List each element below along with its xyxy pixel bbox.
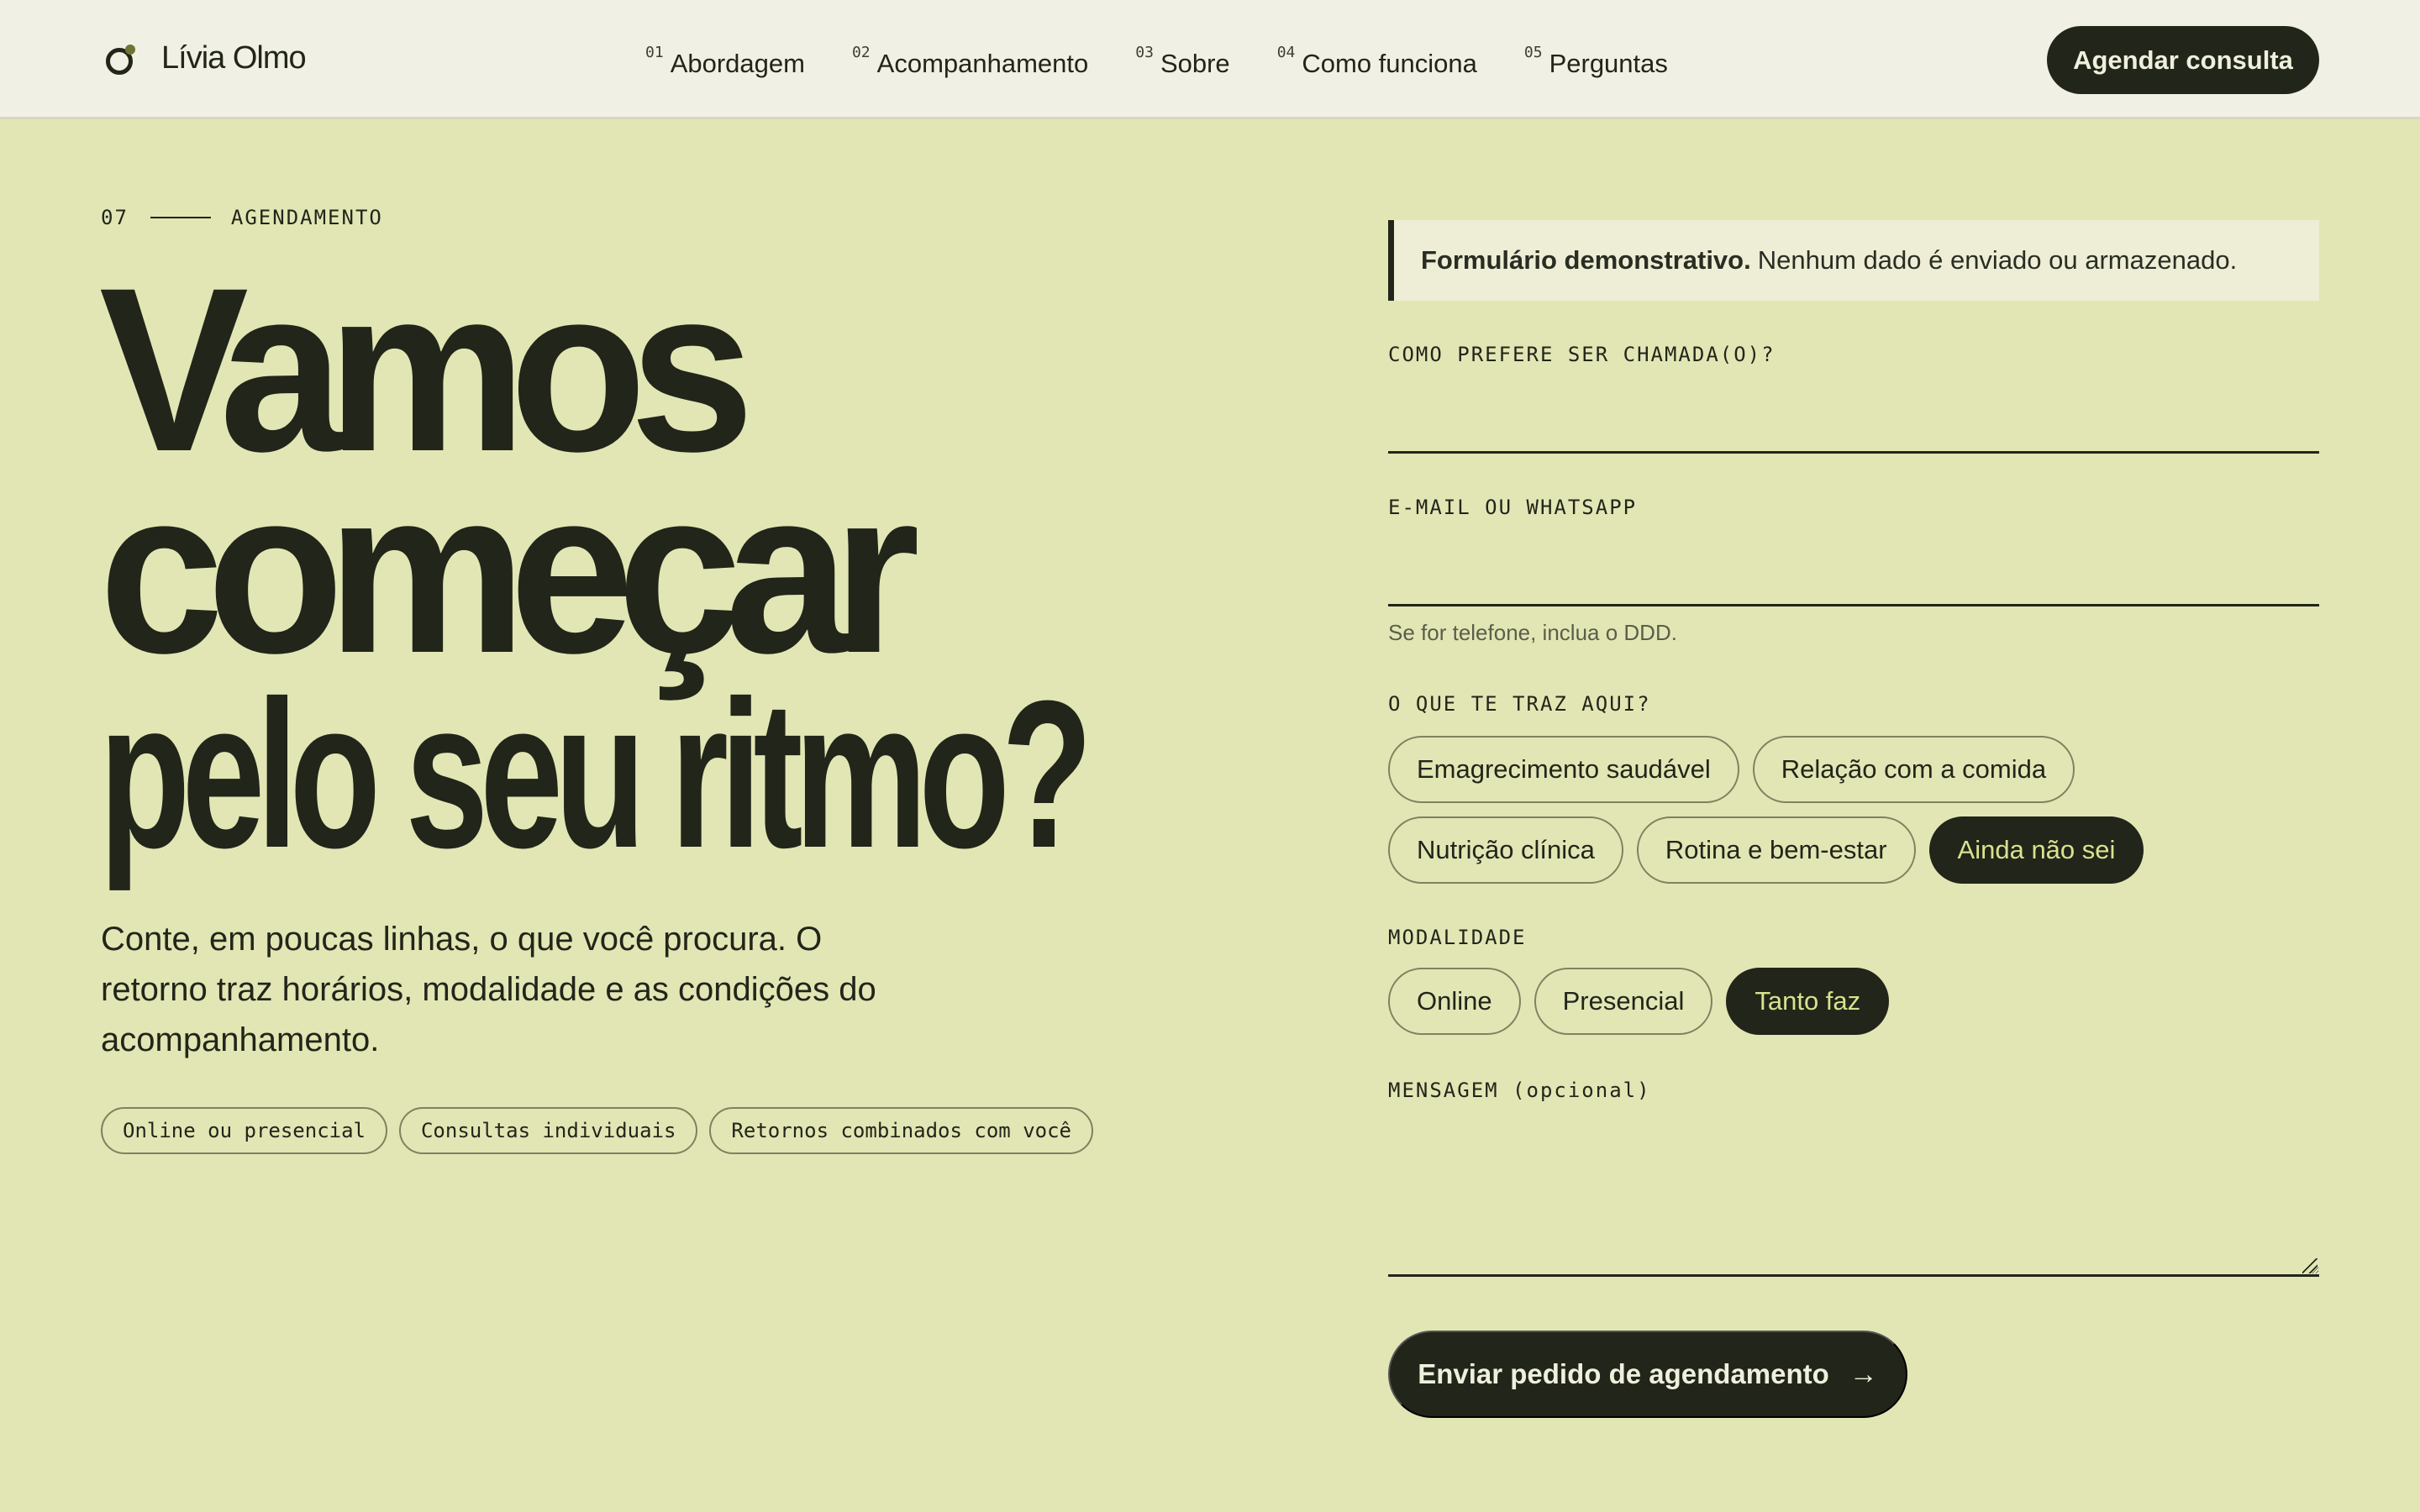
page-title: Vamos começar pelo seu ritmo? xyxy=(99,253,1486,891)
reason-options-row-1: Emagrecimento saudável Relação com a com… xyxy=(1388,736,2088,803)
nav-item-number: 04 xyxy=(1276,44,1296,61)
section-eyebrow: 07 AGENDAMENTO xyxy=(101,206,383,229)
message-field[interactable] xyxy=(1388,1117,2319,1277)
resize-handle-icon[interactable] xyxy=(2302,1258,2317,1273)
hero-subtitle: Conte, em poucas linhas, o que você proc… xyxy=(101,921,876,1058)
reason-label: O QUE TE TRAZ AQUI? xyxy=(1388,692,1651,716)
reason-options-row-2: Nutrição clínica Rotina e bem-estar Aind… xyxy=(1388,816,2157,884)
arrow-right-icon: → xyxy=(1849,1357,1878,1390)
title-line-2: começar xyxy=(99,440,920,701)
brand-logo-link[interactable]: Lívia Olmo xyxy=(106,40,307,76)
feature-tag: Online ou presencial xyxy=(101,1107,387,1154)
eyebrow-divider xyxy=(150,217,211,218)
submit-label: Enviar pedido de agendamento xyxy=(1418,1358,1829,1389)
name-field[interactable] xyxy=(1388,395,2319,454)
mode-options: Online Presencial Tanto faz xyxy=(1388,968,1902,1035)
contact-hint: Se for telefone, inclua o DDD. xyxy=(1388,620,1677,645)
mode-chip-presencial[interactable]: Presencial xyxy=(1534,968,1713,1035)
demo-notice-title: Formulário demonstrativo. xyxy=(1421,245,1751,275)
demo-notice: Formulário demonstrativo. Nenhum dado é … xyxy=(1388,220,2319,301)
name-label: COMO PREFERE SER CHAMADA(O)? xyxy=(1388,343,1776,366)
nav-item-number: 05 xyxy=(1523,44,1543,61)
feature-tags: Online ou presencial Consultas individua… xyxy=(101,1107,1105,1154)
nav-item-label: Acompanhamento xyxy=(876,49,1089,78)
top-navigation-bar: Lívia Olmo 01 Abordagem 02 Acompanhament… xyxy=(0,0,2420,119)
nav-item-number: 01 xyxy=(645,44,664,61)
nav-item-number: 02 xyxy=(851,44,871,61)
nav-item-label: Como funciona xyxy=(1302,49,1477,78)
nav-item-perguntas[interactable]: 05 Perguntas xyxy=(1524,42,1668,79)
contact-field[interactable] xyxy=(1388,548,2319,606)
section-number: 07 xyxy=(101,206,129,229)
nav-item-label: Perguntas xyxy=(1549,49,1668,78)
brand-name: Lívia Olmo xyxy=(161,40,307,76)
main-nav: 01 Abordagem 02 Acompanhamento 03 Sobre … xyxy=(645,42,1715,79)
nav-item-label: Abordagem xyxy=(670,49,805,78)
reason-chip-ainda-nao-sei[interactable]: Ainda não sei xyxy=(1928,816,2144,884)
reason-chip-emagrecimento[interactable]: Emagrecimento saudável xyxy=(1388,736,1739,803)
feature-tag: Consultas individuais xyxy=(398,1107,698,1154)
contact-label: E-MAIL OU WHATSAPP xyxy=(1388,496,1638,519)
feature-tag: Retornos combinados com você xyxy=(709,1107,1093,1154)
nav-item-como-funciona[interactable]: 04 Como funciona xyxy=(1277,42,1477,79)
mode-label: MODALIDADE xyxy=(1388,926,1527,949)
title-line-3: pelo seu ritmo? xyxy=(99,657,1092,891)
nav-item-number: 03 xyxy=(1135,44,1154,61)
nav-item-abordagem[interactable]: 01 Abordagem xyxy=(645,42,805,79)
section-label: AGENDAMENTO xyxy=(230,206,383,229)
reason-chip-nutricao-clinica[interactable]: Nutrição clínica xyxy=(1388,816,1623,884)
book-appointment-button[interactable]: Agendar consulta xyxy=(2047,26,2319,94)
mode-chip-online[interactable]: Online xyxy=(1388,968,1521,1035)
demo-notice-text: Nenhum dado é enviado ou armazenado. xyxy=(1757,245,2238,275)
brand-mark-icon xyxy=(106,44,135,75)
nav-item-label: Sobre xyxy=(1160,49,1230,78)
message-label: MENSAGEM (opcional) xyxy=(1388,1079,1651,1102)
nav-item-acompanhamento[interactable]: 02 Acompanhamento xyxy=(852,42,1088,79)
reason-chip-rotina[interactable]: Rotina e bem-estar xyxy=(1636,816,1916,884)
reason-chip-relacao-comida[interactable]: Relação com a comida xyxy=(1752,736,2075,803)
nav-item-sobre[interactable]: 03 Sobre xyxy=(1135,42,1229,79)
mode-chip-tanto-faz[interactable]: Tanto faz xyxy=(1726,968,1890,1035)
submit-button[interactable]: Enviar pedido de agendamento → xyxy=(1388,1331,1907,1418)
